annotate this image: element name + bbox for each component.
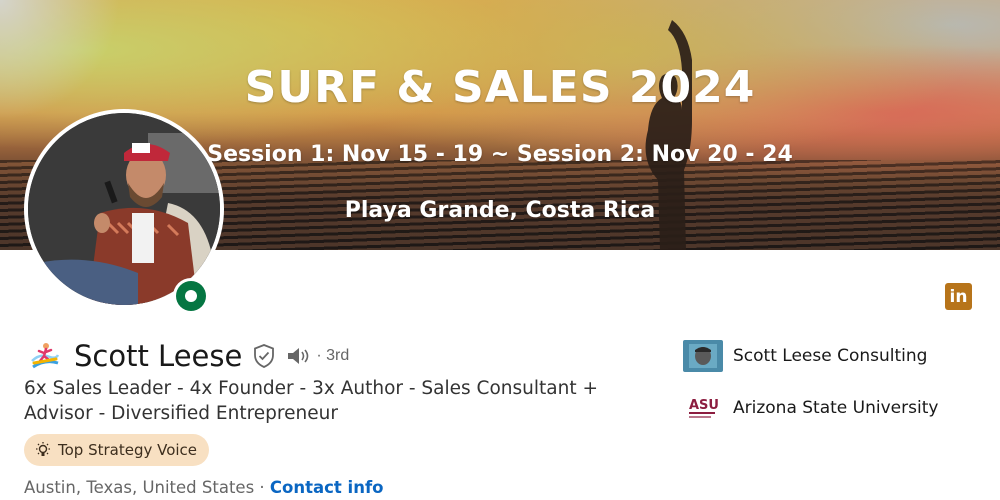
top-voice-label: Top Strategy Voice xyxy=(58,441,198,459)
avatar-photo xyxy=(28,113,220,305)
profile-location: Austin, Texas, United States xyxy=(24,478,255,497)
connection-degree: · 3rd xyxy=(316,347,350,364)
speaker-icon[interactable] xyxy=(286,345,312,367)
school-logo: ASU xyxy=(683,392,723,424)
svg-text:ASU: ASU xyxy=(689,398,719,413)
education-school[interactable]: ASU Arizona State University xyxy=(683,392,938,424)
location-row: Austin, Texas, United States · Contact i… xyxy=(24,478,383,497)
profile-name: Scott Leese xyxy=(74,339,243,373)
banner-title: SURF & SALES 2024 xyxy=(244,62,756,113)
linkedin-icon[interactable]: in xyxy=(945,283,972,310)
profile-headline: 6x Sales Leader - 4x Founder - 3x Author… xyxy=(24,378,598,424)
open-to-work-badge[interactable] xyxy=(173,278,209,314)
current-company[interactable]: Scott Leese Consulting xyxy=(683,340,927,372)
location-separator: · xyxy=(254,478,270,497)
school-name: Arizona State University xyxy=(733,398,939,418)
name-row: Scott Leese · 3rd xyxy=(30,338,349,374)
shield-check-icon[interactable] xyxy=(252,343,276,369)
top-voice-badge[interactable]: Top Strategy Voice xyxy=(24,434,210,466)
company-name: Scott Leese Consulting xyxy=(733,346,928,366)
lightbulb-icon xyxy=(36,442,50,456)
company-logo xyxy=(683,340,723,372)
surfer-emoji-icon xyxy=(31,343,60,369)
contact-info-link[interactable]: Contact info xyxy=(270,478,384,497)
avatar[interactable] xyxy=(28,113,220,305)
